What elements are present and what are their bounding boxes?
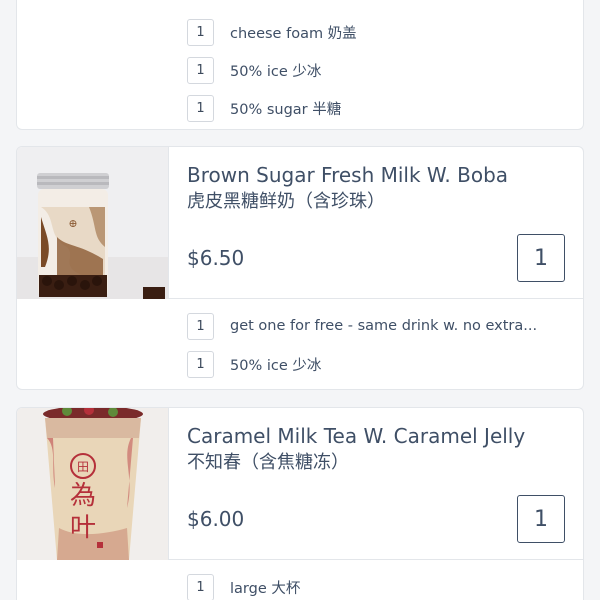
option-row: 1 cheese foam 奶盖 [187,13,583,51]
option-label: get one for free - same drink w. no extr… [230,318,538,334]
option-label: 50% ice 少冰 [230,63,322,80]
svg-text:為: 為 [70,481,96,511]
order-item-card: 田 為 叶 Caramel Milk Tea W. Caramel Jelly … [16,407,584,600]
options-list: 1 cheese foam 奶盖 1 50% ice 少冰 1 50% suga… [17,0,583,129]
option-row: 1 get one for free - same drink w. no ex… [187,307,583,345]
option-row: 1 50% ice 少冰 [187,345,583,383]
item-subtitle: 虎皮黑糖鲜奶（含珍珠） [187,191,385,212]
drink-image: ⊕ [17,147,169,299]
option-label: large 大杯 [230,580,301,597]
option-label: 50% sugar 半糖 [230,101,342,118]
item-header: ⊕ Brown Sugar Fresh Milk W. Boba 虎皮黑糖鲜奶（… [17,147,583,299]
option-qty: 1 [187,94,214,122]
item-price: $6.00 [187,507,245,531]
item-title: Brown Sugar Fresh Milk W. Boba [187,163,509,187]
item-info: Caramel Milk Tea W. Caramel Jelly 不知春（含焦… [169,408,583,559]
item-price: $6.50 [187,246,245,270]
option-row: 1 50% ice 少冰 [187,51,583,89]
svg-text:田: 田 [77,460,89,474]
option-qty: 1 [187,18,214,46]
item-subtitle: 不知春（含焦糖冻） [187,452,349,473]
item-header: 田 為 叶 Caramel Milk Tea W. Caramel Jelly … [17,408,583,560]
svg-text:⊕: ⊕ [68,217,77,230]
item-info: Brown Sugar Fresh Milk W. Boba 虎皮黑糖鲜奶（含珍… [169,147,583,298]
quantity-button[interactable]: 1 [517,234,565,282]
option-qty: 1 [187,56,214,84]
order-item-card-partial: 1 cheese foam 奶盖 1 50% ice 少冰 1 50% suga… [16,0,584,130]
option-row: 1 50% sugar 半糖 [187,89,583,127]
option-label: cheese foam 奶盖 [230,25,357,42]
item-title: Caramel Milk Tea W. Caramel Jelly [187,424,526,448]
option-label: 50% ice 少冰 [230,357,322,374]
order-item-card: ⊕ Brown Sugar Fresh Milk W. Boba 虎皮黑糖鲜奶（… [16,146,584,390]
drink-image: 田 為 叶 [17,408,169,560]
options-list: 1 large 大杯 [17,560,583,600]
options-list: 1 get one for free - same drink w. no ex… [17,299,583,389]
svg-text:叶: 叶 [70,513,96,543]
option-row: 1 large 大杯 [187,568,583,600]
option-qty: 1 [187,312,214,340]
quantity-button[interactable]: 1 [517,495,565,543]
option-qty: 1 [187,350,214,378]
option-qty: 1 [187,573,214,600]
